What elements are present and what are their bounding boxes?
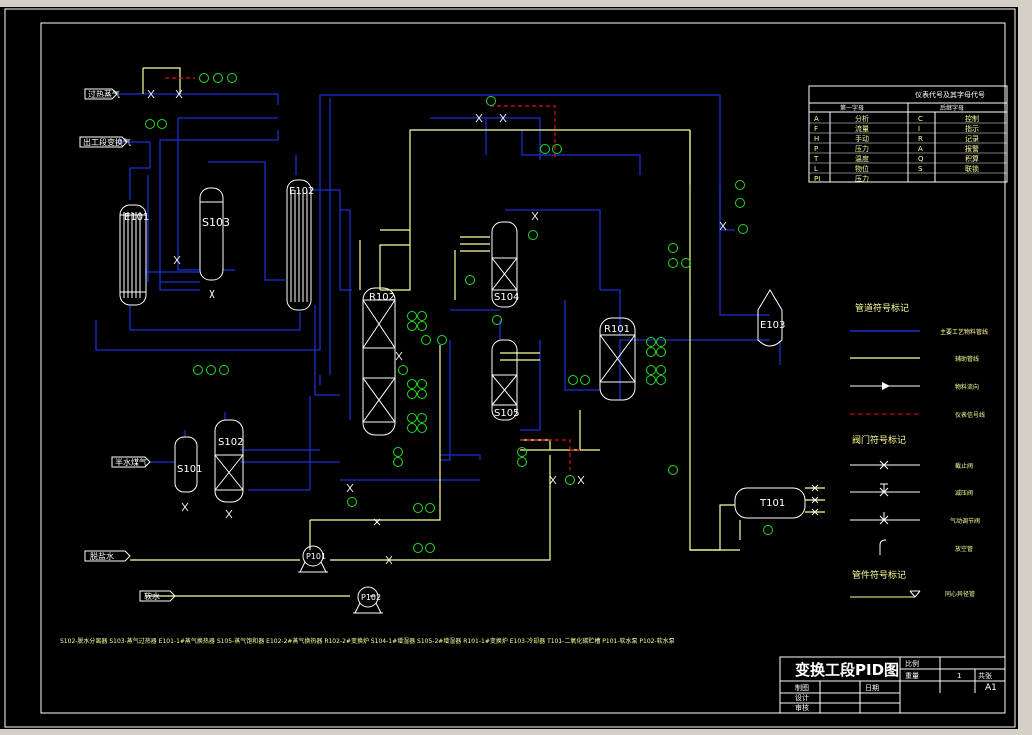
instrument-legend-col2: 后继字母 xyxy=(940,104,964,112)
line-legend-title: 管道符号标记 xyxy=(855,302,909,314)
sheet-size: A1 xyxy=(985,683,997,693)
fitting-legend-reducer: 同心异径管 xyxy=(945,590,975,598)
label-s105: S105 xyxy=(494,408,519,419)
stream-water1: 脱盐水 xyxy=(90,551,114,561)
label-s102: S102 xyxy=(218,437,243,448)
pipe-legend: 管道符号标记 主要工艺物料管线 辅助管线 物料流向 仪表信号线 阀门符号标记 截… xyxy=(850,302,988,598)
vertical-scrollbar[interactable] xyxy=(1018,7,1032,729)
label-t101: T101 xyxy=(759,498,785,509)
legend-cell-d: 报警 xyxy=(965,144,979,153)
vessel-s103 xyxy=(199,187,224,281)
legend-cell-a: PI xyxy=(814,175,820,183)
legend-cell-c: A xyxy=(918,145,923,153)
equipment-note: S102-脱水分离器 S103-蒸气过热器 E101-1#蒸气换热器 S105-… xyxy=(60,637,675,645)
stream-process-gas: 过热蒸气 xyxy=(88,89,120,99)
legend-cell-b: 压力 xyxy=(855,144,869,153)
legend-cell-a: H xyxy=(814,135,819,143)
legend-cell-d: 控制 xyxy=(965,114,979,123)
label-e101: E101 xyxy=(124,212,149,223)
legend-cell-d: 积算 xyxy=(965,154,979,163)
drawing-title: 变换工段PID图 xyxy=(795,661,899,679)
valves xyxy=(147,89,819,565)
title-design-label: 设计 xyxy=(795,693,809,702)
instrument-legend: 仪表代号及其字母代号 第一字母 后继字母 A 分析 C 控制 F 流量 I 指示 H 手动 R 记录 P… xyxy=(808,85,1008,183)
legend-cell-c: R xyxy=(918,135,923,143)
vessel-s102 xyxy=(214,419,244,503)
legend-cell-a: F xyxy=(814,125,818,133)
auxiliary-lines xyxy=(130,67,825,597)
label-p101: P101 xyxy=(306,552,326,561)
line-legend-main: 主要工艺物料管线 xyxy=(940,328,988,336)
equipment xyxy=(119,179,806,614)
main-process-lines xyxy=(95,93,781,491)
title-review-label: 审核 xyxy=(795,703,809,712)
legend-cell-c: S xyxy=(918,165,923,173)
legend-cell-b: 温度 xyxy=(855,154,869,163)
valve-legend-reduce: 减压阀 xyxy=(955,489,973,497)
valve-legend-vent: 放空管 xyxy=(955,545,973,553)
cooler-e103 xyxy=(757,289,783,347)
legend-cell-d: 记录 xyxy=(965,135,979,143)
stream-water2: 软水 xyxy=(144,591,160,601)
legend-cell-b: 流量 xyxy=(855,124,869,133)
valve-legend-pneumatic: 气动调节阀 xyxy=(950,517,980,525)
label-r102: R102 xyxy=(369,292,395,303)
horizontal-scrollbar[interactable] xyxy=(0,729,1032,735)
title-weight-label: 重量 xyxy=(905,672,919,680)
instrument-legend-title: 仪表代号及其字母代号 xyxy=(915,90,985,99)
valve-legend-title: 阀门符号标记 xyxy=(852,434,906,446)
reactor-r102 xyxy=(362,287,396,436)
legend-cell-a: T xyxy=(813,155,819,163)
legend-cell-c: I xyxy=(918,125,920,133)
title-drawn-label: 制图 xyxy=(795,683,809,692)
line-legend-aux: 辅助管线 xyxy=(955,355,979,363)
exchanger-e102 xyxy=(286,179,312,311)
legend-cell-d: 联锁 xyxy=(965,164,979,173)
legend-cell-d: 指示 xyxy=(965,124,979,133)
label-r101: R101 xyxy=(604,324,630,335)
label-s103: S103 xyxy=(202,216,230,229)
valve-legend-stop: 截止阀 xyxy=(955,462,973,470)
stream-in-gas: 半水煤气 xyxy=(115,457,147,467)
legend-cell-b: 物位 xyxy=(855,164,869,173)
legend-cell-c: C xyxy=(918,115,923,123)
legend-cell-a: L xyxy=(814,165,818,173)
title-scale-label: 比例 xyxy=(905,659,919,668)
title-count-label: 共张 xyxy=(978,671,992,680)
label-e103: E103 xyxy=(760,320,785,331)
line-legend-flow: 物料流向 xyxy=(955,383,979,391)
legend-cell-a: P xyxy=(814,145,818,153)
legend-cell-b: 分析 xyxy=(855,114,869,123)
stream-arrows xyxy=(79,88,176,602)
line-legend-signal: 仪表信号线 xyxy=(955,411,985,419)
legend-cell-b: 手动 xyxy=(855,134,869,143)
label-s101: S101 xyxy=(177,464,202,475)
label-s104: S104 xyxy=(494,292,519,303)
legend-cell-b: 压力 xyxy=(855,174,869,183)
pid-drawing: E101 S103 E102 R102 S104 R101 E103 S101 … xyxy=(4,8,1016,728)
label-p102: P102 xyxy=(361,593,381,602)
sheet-count: 1 xyxy=(957,672,961,680)
stream-out-gas: 出工段变换气 xyxy=(83,137,131,147)
instrument-legend-col1: 第一字母 xyxy=(840,104,864,112)
stream-labels: 过热蒸气 出工段变换气 半水煤气 脱盐水 软水 xyxy=(83,89,160,601)
label-e102: E102 xyxy=(289,186,314,197)
legend-cell-c: Q xyxy=(918,155,924,163)
fitting-legend-title: 管件符号标记 xyxy=(852,569,906,581)
title-date-label: 日期 xyxy=(865,684,879,692)
title-block: 变换工段PID图 比例 重量 1 共张 A1 制图 设计 审核 日期 xyxy=(779,656,1006,714)
legend-cell-a: A xyxy=(814,115,819,123)
